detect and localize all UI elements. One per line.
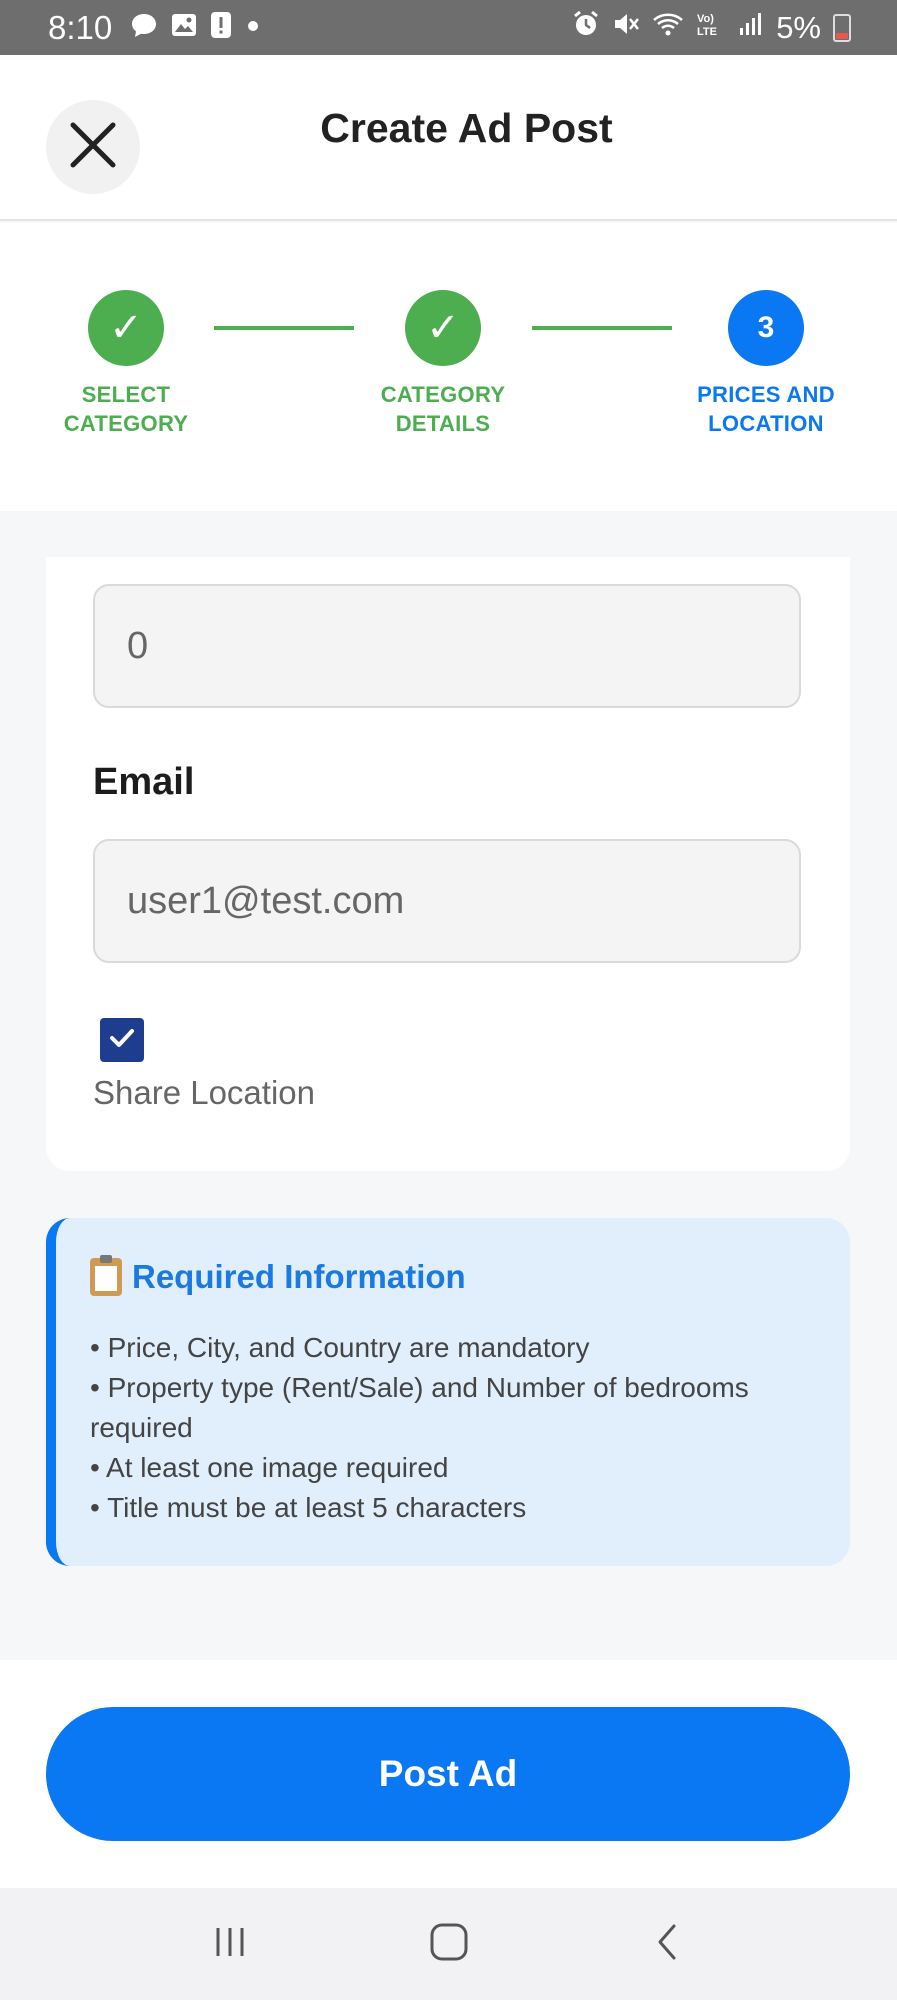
info-item: • At least one image required — [90, 1452, 449, 1483]
dot-icon — [244, 9, 262, 47]
email-field[interactable]: user1@test.com — [93, 839, 801, 963]
share-location-checkbox[interactable] — [100, 1018, 144, 1062]
step-prices-and-location: 3 PRICES AND LOCATION — [666, 290, 866, 438]
header: Create Ad Post — [0, 55, 897, 221]
recent-apps-button[interactable] — [200, 1914, 260, 1974]
info-item: • Price, City, and Country are mandatory — [90, 1332, 590, 1363]
battery-percent: 5% — [776, 9, 821, 45]
required-info-box: Required Information • Price, City, and … — [46, 1218, 850, 1566]
step-connector — [532, 326, 672, 330]
alarm-icon — [572, 10, 600, 46]
info-item: • Property type (Rent/Sale) and Number o… — [90, 1372, 749, 1443]
step-check-icon: ✓ — [88, 290, 164, 366]
step-number: 3 — [728, 290, 804, 366]
progress-stepper: ✓ SELECT CATEGORY ✓ CATEGORY DETAILS 3 P… — [0, 223, 897, 511]
step-label: CATEGORY — [63, 411, 189, 436]
svg-text:Vo): Vo) — [697, 13, 714, 25]
volte-icon: Vo) LTE — [696, 10, 726, 46]
home-button[interactable] — [419, 1914, 479, 1974]
email-label: Email — [93, 761, 195, 803]
image-icon — [170, 9, 198, 47]
step-check-icon: ✓ — [405, 290, 481, 366]
form-card: 0 Email user1@test.com Share Location — [46, 557, 850, 1171]
checkmark-icon — [106, 1022, 138, 1059]
signal-icon — [738, 10, 764, 46]
step-category-details: ✓ CATEGORY DETAILS — [343, 290, 543, 438]
step-label: CATEGORY — [380, 382, 506, 407]
wifi-icon — [652, 10, 684, 46]
bottom-action-area: Post Ad — [0, 1660, 897, 1888]
clipboard-icon — [90, 1255, 122, 1296]
alert-icon — [210, 9, 232, 47]
battery-icon — [833, 13, 851, 42]
home-icon — [428, 1921, 470, 1968]
page-title: Create Ad Post — [320, 105, 613, 151]
svg-text:LTE: LTE — [697, 26, 717, 38]
info-title: Required Information — [132, 1258, 466, 1295]
step-label: SELECT — [81, 382, 171, 407]
step-label: DETAILS — [395, 411, 491, 436]
step-label: PRICES AND — [697, 382, 835, 407]
step-label: LOCATION — [708, 411, 824, 436]
info-item: • Title must be at least 5 characters — [90, 1492, 527, 1523]
back-button[interactable] — [638, 1914, 698, 1974]
system-nav-bar — [0, 1888, 897, 2000]
price-input[interactable]: 0 — [93, 584, 801, 708]
status-time: 8:10 — [48, 8, 113, 46]
chat-icon — [130, 9, 158, 47]
step-connector — [214, 326, 354, 330]
price-input-value: 0 — [127, 624, 149, 667]
back-icon — [648, 1922, 688, 1967]
info-list: • Price, City, and Country are mandatory… — [90, 1328, 830, 1528]
step-select-category: ✓ SELECT CATEGORY — [26, 290, 226, 438]
post-ad-button[interactable]: Post Ad — [46, 1707, 850, 1841]
mute-icon — [612, 10, 640, 46]
status-bar: 8:10 Vo) LTE 5% — [0, 0, 897, 55]
email-field-value: user1@test.com — [127, 879, 405, 922]
recent-apps-icon — [210, 1922, 250, 1967]
share-location-label: Share Location — [93, 1074, 315, 1111]
